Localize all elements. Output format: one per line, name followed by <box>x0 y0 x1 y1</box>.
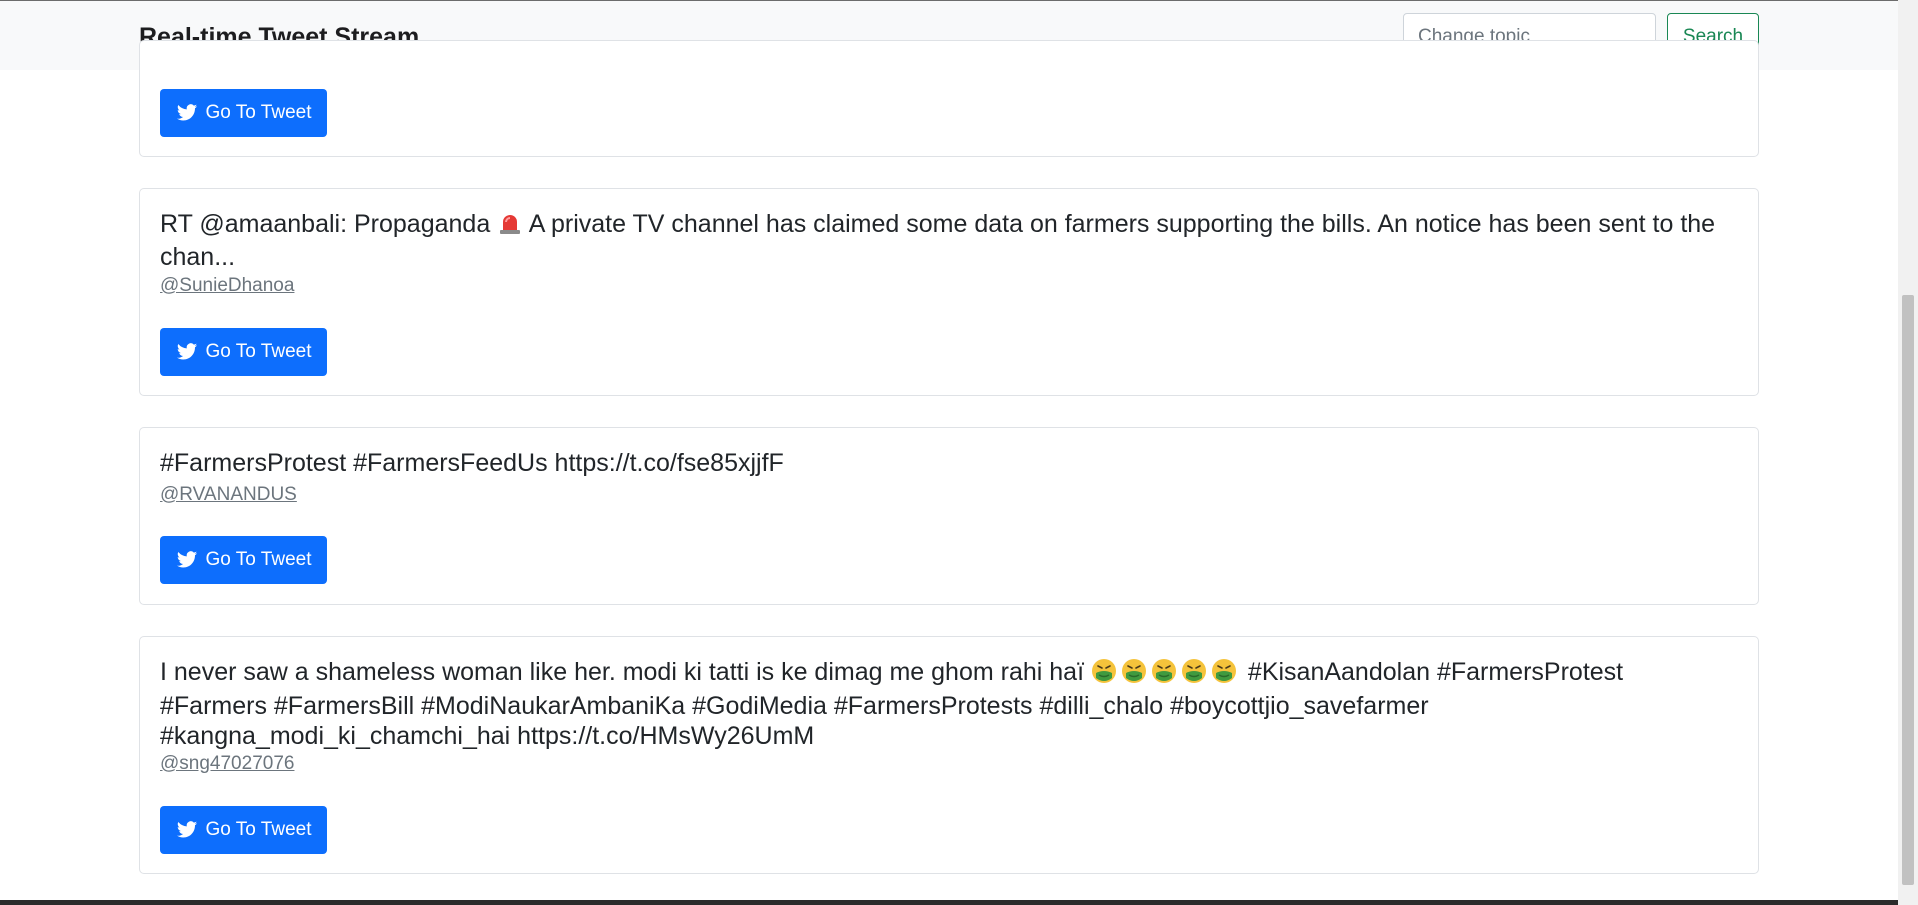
page-scrollbar[interactable] <box>1898 0 1918 905</box>
twitter-bird-icon <box>176 343 197 360</box>
go-to-tweet-label: Go To Tweet <box>205 819 312 840</box>
nauseated-face-icon <box>1181 658 1207 691</box>
nauseated-face-icon <box>1091 658 1117 691</box>
tweet-text: RT @amaanbali: Propaganda A private TV c… <box>160 210 1716 271</box>
taskbar-edge <box>0 900 1898 905</box>
twitter-bird-icon <box>176 551 197 568</box>
police-light-icon <box>497 211 523 242</box>
tweet-card: #FarmersProtest #FarmersFeedUs https://t… <box>139 427 1759 605</box>
go-to-tweet-button[interactable]: Go To Tweet <box>160 328 327 376</box>
tweet-card: I never saw a shameless woman like her. … <box>139 636 1759 874</box>
go-to-tweet-button[interactable]: Go To Tweet <box>160 806 327 854</box>
twitter-bird-icon <box>176 104 197 121</box>
nauseated-face-icon <box>1121 658 1147 691</box>
tweet-text: I never saw a shameless woman like her. … <box>160 658 1624 750</box>
tweet-card: Go To Tweet <box>139 40 1759 157</box>
tweet-text: #FarmersProtest #FarmersFeedUs https://t… <box>160 449 784 477</box>
go-to-tweet-label: Go To Tweet <box>205 341 312 362</box>
nauseated-face-icon <box>1151 658 1177 691</box>
tweet-author-link[interactable]: @RVANANDUS <box>160 484 297 506</box>
go-to-tweet-button[interactable]: Go To Tweet <box>160 536 327 584</box>
twitter-bird-icon <box>176 821 197 838</box>
scrollbar-thumb[interactable] <box>1902 295 1914 885</box>
tweet-author-link[interactable]: @SunieDhanoa <box>160 275 294 297</box>
go-to-tweet-label: Go To Tweet <box>205 549 312 570</box>
tweet-author-link[interactable]: @sng47027076 <box>160 753 294 775</box>
go-to-tweet-button[interactable]: Go To Tweet <box>160 89 327 137</box>
go-to-tweet-label: Go To Tweet <box>205 102 312 123</box>
nauseated-face-icon <box>1211 658 1237 691</box>
tweet-card: RT @amaanbali: Propaganda A private TV c… <box>139 188 1759 396</box>
